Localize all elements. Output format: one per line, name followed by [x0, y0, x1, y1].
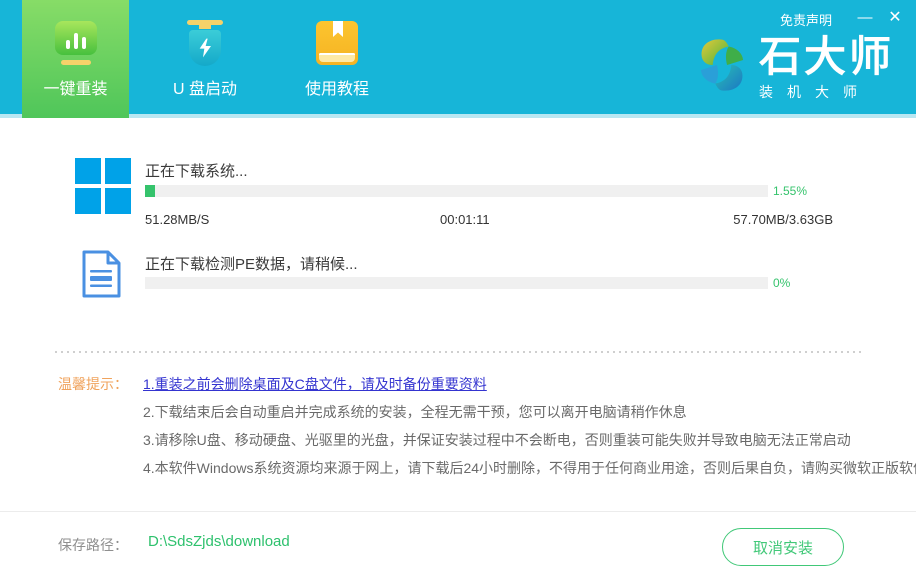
logo-subtitle: 装机大师 [759, 85, 894, 99]
app-window: 一键重装 U 盘启动 使用教程 免责声 [0, 0, 916, 578]
bar-chart-icon [55, 4, 97, 82]
progress-fill [145, 185, 155, 197]
pe-progress-bar: 0% [145, 276, 790, 290]
tab-label: 使用教程 [305, 82, 369, 98]
progress-track [145, 185, 768, 197]
save-path-label: 保存路径： [58, 535, 128, 555]
tip-item-2: 2.下载结束后会自动重启并完成系统的安装，全程无需干预，您可以离开电脑请稍作休息 [143, 402, 687, 422]
tip-item-3: 3.请移除U盘、移动硬盘、光驱里的光盘，并保证安装过程中不会断电，否则重装可能失… [143, 430, 851, 450]
download-system-title: 正在下载系统... [145, 160, 248, 181]
document-icon [80, 250, 122, 303]
downloaded-size: 57.70MB/3.63GB [733, 212, 833, 227]
tab-label: 一键重装 [43, 82, 107, 98]
usb-shield-lightning-icon [187, 4, 223, 82]
logo-title: 石大师 [759, 36, 894, 78]
windows-logo-icon [75, 158, 131, 214]
tip-item-1: 1.重装之前会删除桌面及C盘文件，请及时备份重要资料 [143, 374, 487, 394]
system-progress-bar: 1.55% [145, 184, 807, 198]
cancel-install-button[interactable]: 取消安装 [722, 528, 844, 566]
progress-percent: 1.55% [773, 184, 807, 198]
download-speed: 51.28MB/S [145, 212, 209, 227]
tab-usb-boot[interactable]: U 盘启动 [150, 0, 260, 118]
progress-percent: 0% [773, 276, 790, 290]
tab-one-key-reinstall[interactable]: 一键重装 [22, 0, 129, 118]
logo-icon [695, 36, 749, 99]
book-icon [316, 4, 358, 82]
download-pe-title: 正在下载检测PE数据，请稍候... [145, 253, 358, 274]
save-path-value[interactable]: D:\SdsZjds\download [148, 533, 290, 550]
dashed-divider [55, 351, 861, 353]
disclaimer-link[interactable]: 免责声明 [780, 10, 832, 29]
tab-label: U 盘启动 [173, 82, 237, 98]
elapsed-time: 00:01:11 [440, 212, 490, 227]
tip-item-4: 4.本软件Windows系统资源均来源于网上，请下载后24小时删除，不得用于任何… [143, 458, 916, 478]
close-icon[interactable]: ✕ [882, 5, 908, 31]
progress-track [145, 277, 768, 289]
minimize-icon[interactable]: — [852, 5, 878, 31]
tab-tutorial[interactable]: 使用教程 [282, 0, 392, 118]
tips-label: 温馨提示： [58, 374, 128, 394]
header-bottom-strip [0, 114, 916, 118]
footer-divider [0, 511, 916, 512]
header-bar: 一键重装 U 盘启动 使用教程 免责声 [0, 0, 916, 118]
brand-logo: 石大师 装机大师 [695, 36, 894, 99]
